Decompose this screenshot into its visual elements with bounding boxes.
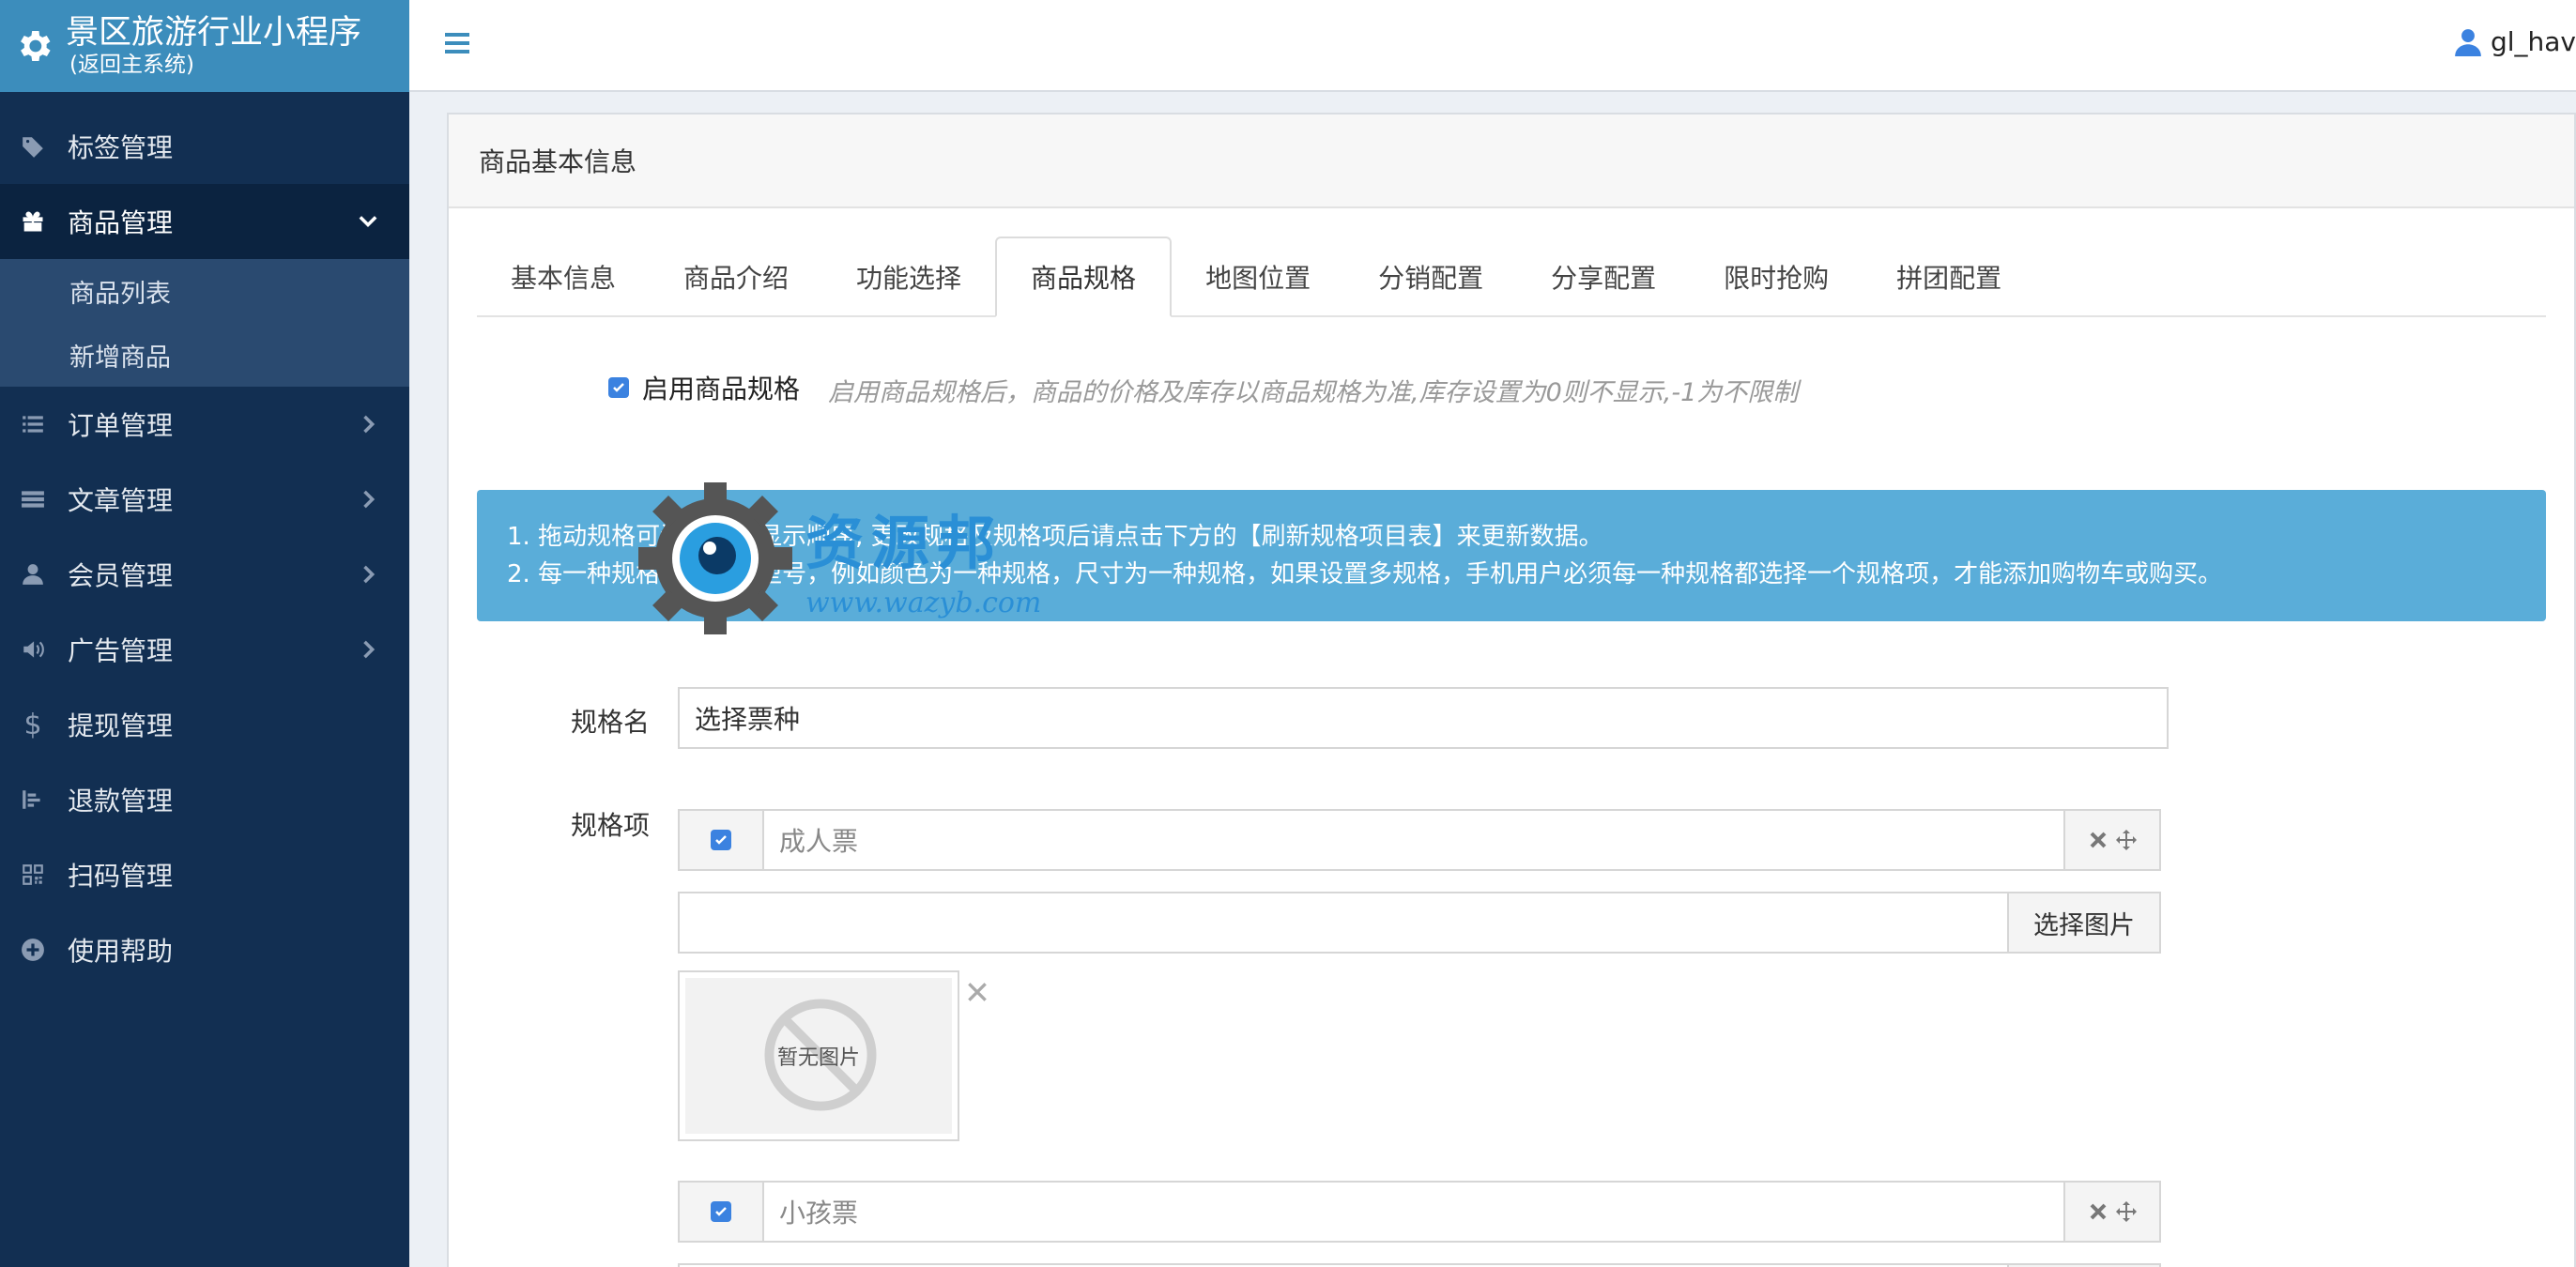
sidebar-item-label: 会员管理 [68,560,174,591]
brand-subtitle: (返回主系统) [69,53,194,77]
tab-product-spec[interactable]: 商品规格 [995,237,1173,317]
submenu-item-add-product[interactable]: 新增商品 [0,323,409,387]
user-icon [19,560,47,588]
sidebar-item-label: 标签管理 [68,132,174,163]
chevron-right-icon [363,490,376,509]
check-icon [715,1207,727,1216]
sidebar-item-products[interactable]: 商品管理 [0,184,409,259]
help-icon [19,936,47,964]
watermark-gear-icon [638,482,792,634]
article-icon [19,485,47,513]
spec-item-row: 小孩票 [678,1181,2161,1243]
list-icon [19,410,47,438]
gift-icon [19,207,47,236]
spec-item-image-group: 选择图片 [678,892,2161,954]
spec-item-input[interactable]: 成人票 [764,811,2063,869]
sidebar-item-refunds[interactable]: 退款管理 [0,762,409,837]
qrcode-icon [19,861,47,889]
refund-icon [19,786,47,814]
chevron-right-icon [363,565,376,584]
tab-basic-info[interactable]: 基本信息 [477,237,650,317]
check-icon [613,382,624,392]
sidebar-item-ads[interactable]: 广告管理 [0,612,409,687]
box-title: 商品基本信息 [449,114,2574,208]
sidebar-item-scan[interactable]: 扫码管理 [0,837,409,912]
sidebar-item-label: 退款管理 [68,786,174,817]
sidebar-item-withdraw[interactable]: $ 提现管理 [0,687,409,762]
delete-icon[interactable] [2087,829,2109,851]
brand-link[interactable]: 景区旅游行业小程序 (返回主系统) [0,0,409,92]
watermark-title: 资源邦 [805,509,1003,577]
main-content: 商品基本信息 基本信息 商品介绍 功能选择 商品规格 地图位置 分销配置 分享配… [447,92,2576,1267]
image-thumbnail: 暂无图片 [678,970,959,1141]
chevron-right-icon [363,640,376,659]
brand-title: 景区旅游行业小程序 [66,14,362,52]
tab-group-buy[interactable]: 拼团配置 [1863,237,2035,317]
sidebar-item-label: 使用帮助 [68,936,174,967]
chevron-right-icon [363,415,376,434]
enable-spec-row: 启用商品规格 启用商品规格后，商品的价格及库存以商品规格为准,库存设置为0则不显… [608,366,1798,408]
tab-map-location[interactable]: 地图位置 [1172,237,1344,317]
watermark-logo: 资源邦 www.wazyb.com [638,482,1041,634]
spec-items-label: 规格项 [571,810,651,841]
sidebar-item-label: 文章管理 [68,485,174,516]
tab-product-intro[interactable]: 商品介绍 [650,237,822,317]
sidebar-item-orders[interactable]: 订单管理 [0,387,409,462]
spec-item-image-group: 选择图片 [678,1263,2161,1267]
spec-item-checkbox[interactable] [711,830,731,850]
tab-share[interactable]: 分享配置 [1517,237,1690,317]
sidebar-item-label: 商品管理 [68,207,174,238]
sidebar-item-help[interactable]: 使用帮助 [0,912,409,987]
choose-image-button[interactable]: 选择图片 [2007,893,2159,952]
gear-icon [21,31,51,61]
username: gl_hav [2490,26,2576,57]
product-tabs: 基本信息 商品介绍 功能选择 商品规格 地图位置 分销配置 分享配置 限时抢购 … [477,237,2546,317]
tab-distribution[interactable]: 分销配置 [1344,237,1517,317]
move-icon[interactable] [2115,1200,2138,1223]
spec-item-row: 成人票 [678,809,2161,871]
user-icon [2455,28,2481,56]
delete-icon[interactable] [2087,1200,2109,1223]
sidebar: 景区旅游行业小程序 (返回主系统) 标签管理 商品管理 商品列表 新增商品 订单… [0,0,409,1267]
sidebar-item-label: 提现管理 [68,710,174,741]
sidebar-item-articles[interactable]: 文章管理 [0,462,409,537]
remove-image-icon[interactable] [965,980,989,1004]
sidebar-menu: 标签管理 商品管理 商品列表 新增商品 订单管理 文章管理 会员管理 广告管理 … [0,109,409,987]
product-submenu: 商品列表 新增商品 [0,259,409,387]
spec-item-checkbox[interactable] [711,1201,731,1222]
move-icon[interactable] [2115,829,2138,851]
watermark-url: www.wazyb.com [805,587,1041,619]
image-path-input[interactable] [680,893,2007,952]
sidebar-item-label: 广告管理 [68,635,174,666]
dollar-icon: $ [23,708,42,741]
tab-flash-sale[interactable]: 限时抢购 [1690,237,1863,317]
spec-name-label: 规格名 [571,707,651,738]
product-info-box: 商品基本信息 基本信息 商品介绍 功能选择 商品规格 地图位置 分销配置 分享配… [447,113,2576,1267]
megaphone-icon [19,635,47,664]
enable-spec-label: 启用商品规格 [642,373,801,405]
menu-toggle-icon[interactable] [445,32,469,54]
sidebar-item-label: 扫码管理 [68,861,174,892]
enable-spec-hint: 启用商品规格后，商品的价格及库存以商品规格为准,库存设置为0则不显示,-1为不限… [828,378,1799,407]
submenu-item-product-list[interactable]: 商品列表 [0,259,409,323]
sidebar-item-label: 订单管理 [68,410,174,441]
top-header: gl_hav [409,0,2576,92]
user-menu[interactable]: gl_hav [2455,26,2576,57]
enable-spec-checkbox[interactable] [608,376,629,398]
chevron-down-icon [359,216,377,227]
tab-feature-select[interactable]: 功能选择 [822,237,995,317]
sidebar-item-members[interactable]: 会员管理 [0,537,409,612]
no-image-text: 暂无图片 [776,1046,860,1070]
tag-icon [19,132,47,160]
spec-name-input[interactable]: 选择票种 [678,687,2169,749]
sidebar-item-tags[interactable]: 标签管理 [0,109,409,184]
check-icon [715,835,727,845]
spec-item-input[interactable]: 小孩票 [764,1183,2063,1241]
